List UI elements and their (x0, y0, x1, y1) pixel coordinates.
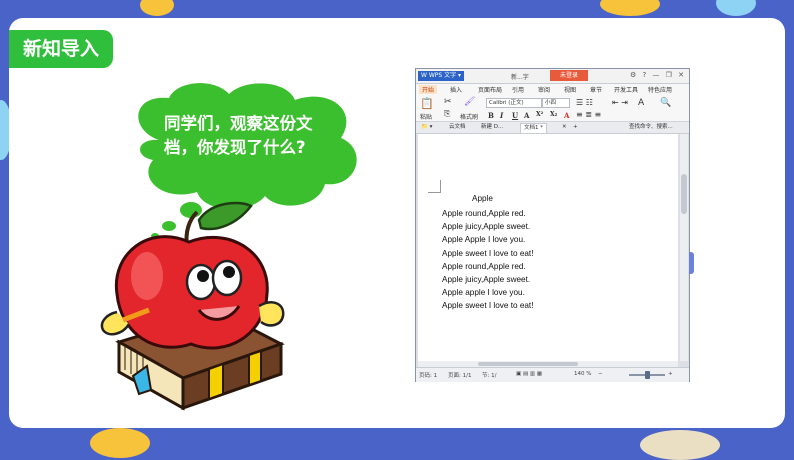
styles-icon[interactable]: A (638, 98, 644, 108)
document-line: Apple sweet I love to eat! (442, 301, 534, 311)
document-line: Apple sweet I love to eat! (442, 248, 534, 258)
background-decoration (716, 0, 756, 16)
wps-writer-window: W WPS 文字 ▾ 新...字 未登录 ⚙ ? — ❐ ✕ 开始 插入 页面布… (415, 68, 690, 382)
wps-doc-name: 新...字 (511, 74, 529, 81)
status-pages: 页面: 1/1 (448, 373, 472, 379)
zoom-slider[interactable] (629, 371, 665, 379)
document-page[interactable]: Apple Apple round,Apple red. Apple juicy… (418, 134, 678, 361)
indent-icon[interactable]: ⇤ ⇥ (612, 98, 628, 107)
paste-button[interactable]: 粘贴 (420, 112, 432, 121)
font-name-select[interactable]: Calibri (正文) (486, 98, 542, 108)
highlight-button[interactable]: A (564, 111, 569, 120)
align-icon[interactable]: ≡ ≣ ≡ (576, 110, 601, 119)
menu-item-review[interactable]: 审阅 (538, 85, 550, 94)
bubble-question-text: 同学们，观察这份文档，你发现了什么? (164, 114, 313, 157)
section-title-tag: 新知导入 (9, 30, 113, 68)
status-section: 节: 1/ (482, 373, 497, 379)
wps-title-bar: W WPS 文字 ▾ 新...字 未登录 ⚙ ? — ❐ ✕ (416, 69, 689, 84)
italic-button[interactable]: I (500, 111, 503, 120)
document-title: Apple (472, 194, 493, 203)
menu-item-references[interactable]: 引用 (512, 85, 524, 94)
zoom-slider-knob[interactable] (644, 371, 650, 379)
horizontal-scroll-thumb[interactable] (478, 362, 578, 366)
tab-new-doc[interactable]: 新建 D... (478, 123, 506, 132)
zoom-out-icon[interactable]: − (598, 371, 603, 377)
background-decoration (640, 430, 720, 460)
cut-icon[interactable]: ✂ (444, 97, 452, 107)
vertical-scrollbar[interactable] (680, 134, 688, 361)
vertical-scroll-thumb[interactable] (681, 174, 687, 214)
superscript-button[interactable]: X² (536, 111, 543, 118)
background-decoration (140, 0, 174, 16)
document-line: Apple apple I love you. (442, 288, 525, 298)
underline-button[interactable]: U (512, 111, 518, 120)
copy-icon[interactable]: ⎘ (444, 109, 450, 119)
menu-item-developer[interactable]: 开发工具 (614, 85, 638, 94)
apple-book-illustration (89, 194, 319, 424)
apple-illustration (100, 201, 285, 350)
command-search[interactable]: 查找命令、搜索... (626, 123, 676, 132)
zoom-in-icon[interactable]: + (668, 371, 673, 377)
document-tab-bar: 📁 ▾ 云文档 新建 D... 文档1 * ✕ + 查找命令、搜索... (416, 122, 689, 134)
menu-item-features[interactable]: 特色应用 (648, 85, 672, 94)
wps-menu-bar: 开始 插入 页面布局 引用 审阅 视图 章节 开发工具 特色应用 (416, 84, 689, 95)
document-line: Apple round,Apple red. (442, 261, 526, 271)
font-color-button[interactable]: A (524, 111, 529, 120)
menu-item-chapter[interactable]: 章节 (590, 85, 602, 94)
background-decoration (90, 428, 150, 458)
format-painter-icon[interactable]: 🖌 (464, 97, 475, 107)
status-page: 页码: 1 (419, 373, 438, 379)
close-tab-icon[interactable]: ✕ (559, 123, 570, 132)
find-icon[interactable]: 🔍 (660, 98, 671, 108)
margin-corner-mark (428, 180, 441, 193)
paste-icon[interactable]: 📋 (420, 97, 434, 110)
subscript-button[interactable]: X₂ (550, 111, 557, 118)
document-line: Apple juicy,Apple sweet. (442, 222, 531, 232)
document-canvas: Apple Apple round,Apple red. Apple juicy… (416, 134, 689, 367)
login-button[interactable]: 未登录 (550, 70, 588, 81)
status-bar: 页码: 1 页面: 1/1 节: 1/ ▣ ▤ ▥ ▦ 140 % − + (416, 367, 689, 382)
font-size-select[interactable]: 小四 (542, 98, 570, 108)
document-line: Apple juicy,Apple sweet. (442, 275, 531, 285)
document-line: Apple round,Apple red. (442, 209, 526, 218)
background-decoration (600, 0, 660, 16)
document-body: Apple round,Apple red. Apple juicy,Apple… (442, 207, 533, 313)
menu-item-page-layout[interactable]: 页面布局 (478, 85, 502, 94)
add-tab-icon[interactable]: + (570, 123, 581, 132)
wps-app-logo[interactable]: W WPS 文字 ▾ (418, 71, 465, 81)
tab-cloud-docs[interactable]: 云文档 (446, 123, 469, 132)
zoom-level: 140 % (574, 371, 592, 377)
slide-canvas: 新知导入 同学们，观察这份文档，你发现了什么? W WPS 文字 ▾ 新...字… (9, 18, 785, 428)
menu-item-view[interactable]: 视图 (564, 85, 576, 94)
document-line: Apple Apple I love you. (442, 235, 526, 245)
view-mode-icons[interactable]: ▣ ▤ ▥ ▦ (516, 371, 542, 377)
folder-icon[interactable]: 📁 ▾ (418, 123, 435, 132)
menu-item-home[interactable]: 开始 (419, 85, 438, 94)
bold-button[interactable]: B (488, 111, 494, 120)
window-controls[interactable]: ⚙ ? — ❐ ✕ (630, 71, 686, 79)
menu-item-insert[interactable]: 插入 (450, 85, 462, 94)
bullets-icon[interactable]: ☰ ☷ (576, 98, 593, 107)
side-panel-tab[interactable] (689, 252, 694, 274)
tab-document1[interactable]: 文档1 * (520, 123, 547, 133)
wps-ribbon: 📋 粘贴 ✂ ⎘ 🖌 格式刷 Calibri (正文) 小四 B I U A X… (416, 95, 689, 122)
format-painter-button[interactable]: 格式刷 (460, 112, 478, 121)
